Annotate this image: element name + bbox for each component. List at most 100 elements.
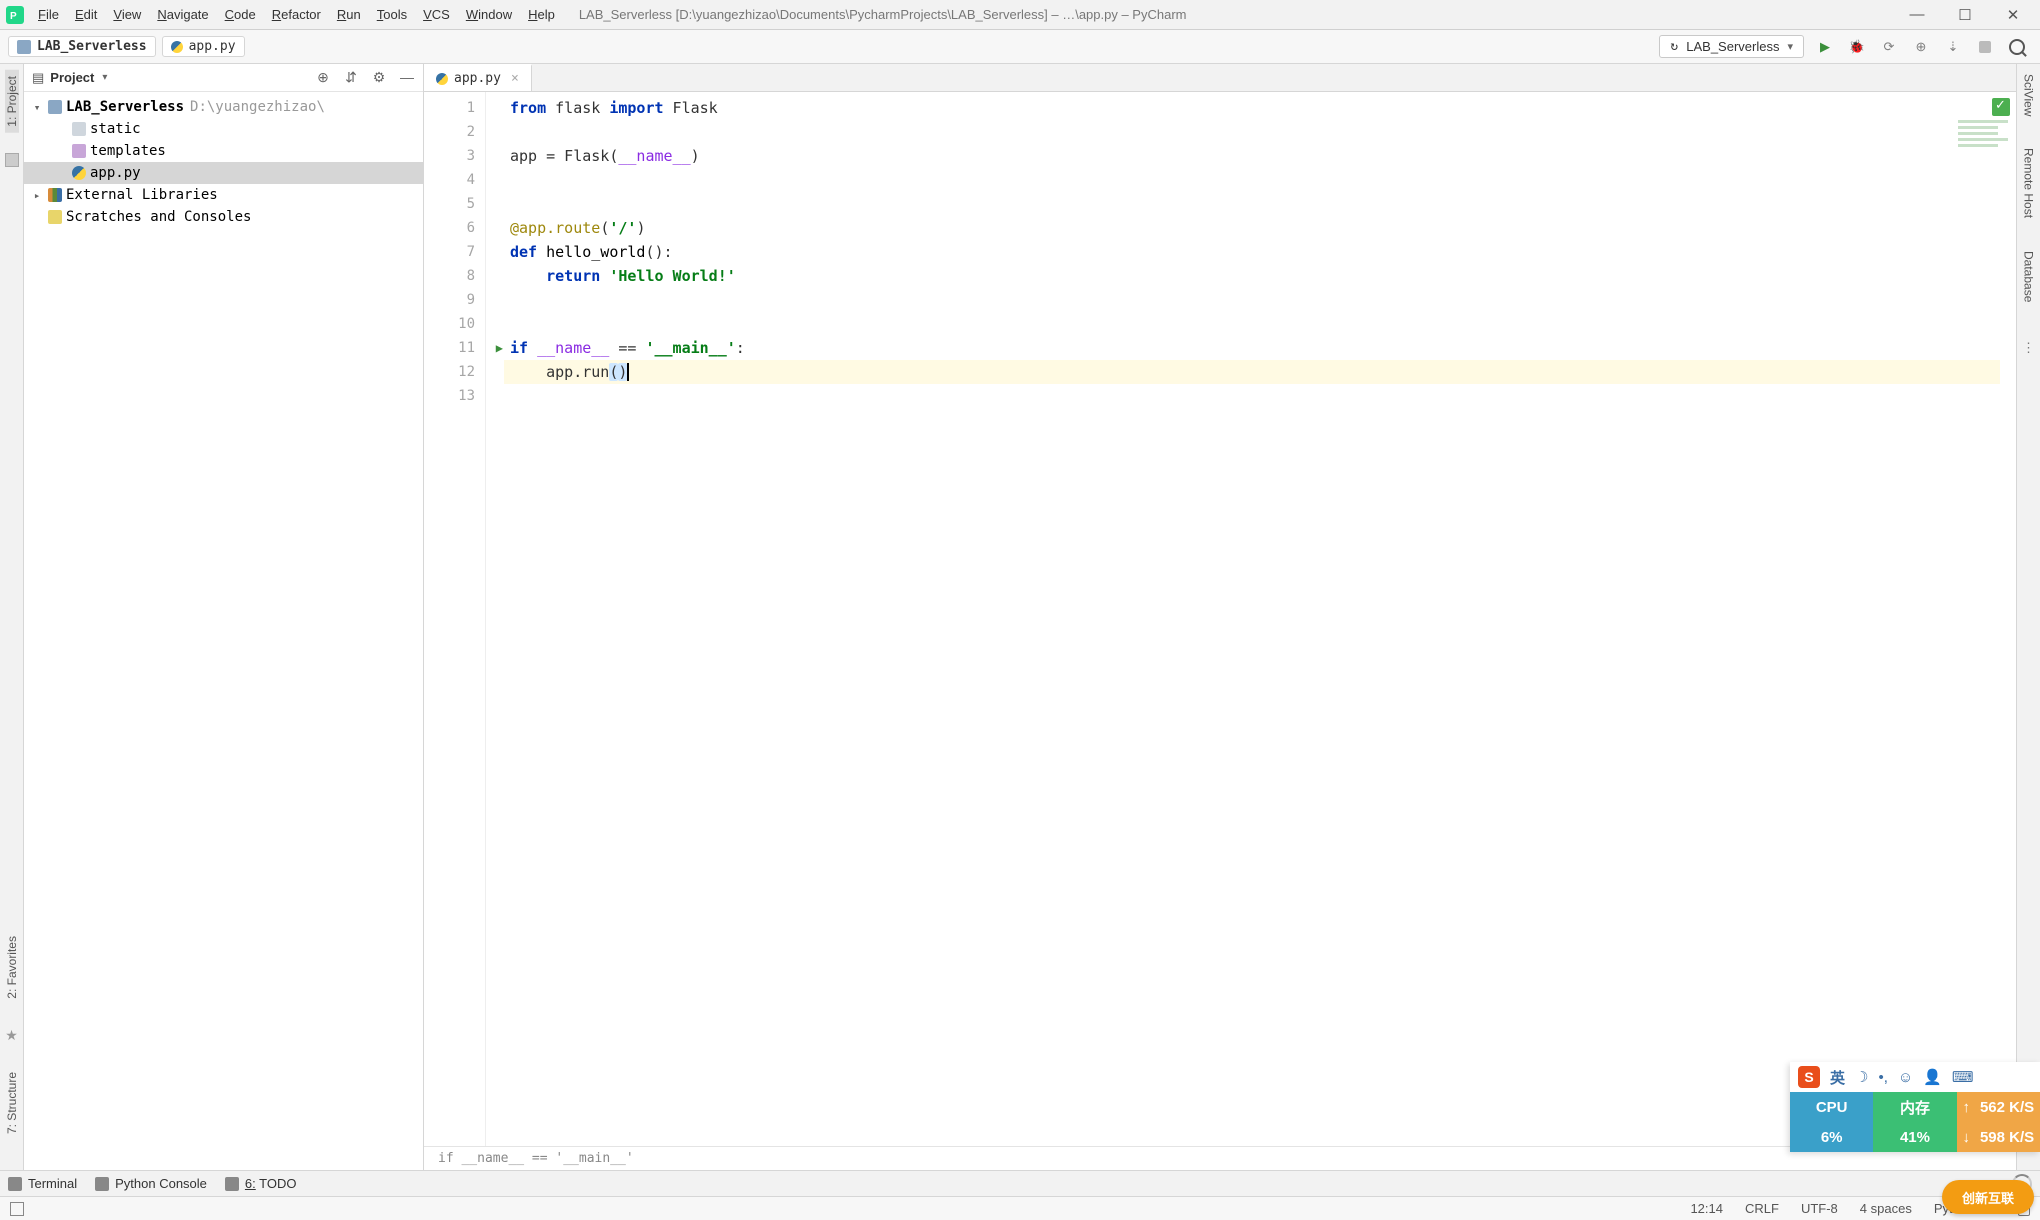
settings-gear-icon[interactable]: ⚙ [371,69,387,86]
more-tools-icon[interactable]: ⋮ [2022,340,2035,356]
project-panel-title[interactable]: Project [50,70,94,85]
terminal-tool-button[interactable]: Terminal [8,1176,77,1191]
run-with-coverage-button[interactable]: ⟳ [1880,38,1898,56]
menu-window[interactable]: Window [460,3,518,26]
punctuation-icon[interactable]: •, [1878,1069,1887,1086]
menu-file[interactable]: File [32,3,65,26]
code-line-3[interactable]: app = Flask(__name__) [504,144,2016,168]
system-monitor-widget[interactable]: S 英 ☽ •, ☺ 👤 ⌨ CPU 内存 562 K/S 6% 41% 598… [1790,1062,2040,1152]
code-line-11[interactable]: if __name__ == '__main__': [504,336,2016,360]
window-maximize-icon[interactable]: ☐ [1954,6,1976,24]
moon-icon[interactable]: ☽ [1855,1068,1868,1086]
tree-item-templates[interactable]: templates [24,140,423,162]
gutter-line-13[interactable]: 13 [424,384,485,408]
gutter-line-11[interactable]: 11▶ [424,336,485,360]
run-button[interactable]: ▶ [1816,38,1834,56]
menu-tools[interactable]: Tools [371,3,413,26]
sogou-ime-icon[interactable]: S [1798,1066,1820,1088]
editor-tab-app-py[interactable]: app.py × [424,64,532,91]
menu-code[interactable]: Code [219,3,262,26]
gutter-line-1[interactable]: 1 [424,96,485,120]
menu-view[interactable]: View [107,3,147,26]
navigation-bar: LAB_Serverless app.py ↻ LAB_Serverless ▾… [0,30,2040,64]
run-gutter-icon[interactable]: ▶ [496,341,503,355]
file-encoding[interactable]: UTF-8 [1801,1201,1838,1216]
close-tab-icon[interactable]: × [511,71,519,86]
hide-panel-icon[interactable]: — [399,69,415,86]
tool-window-project-button[interactable]: 1: Project [5,70,19,133]
chevron-down-icon[interactable]: ▾ [102,72,107,83]
inspection-indicator[interactable] [1958,98,2010,150]
code-line-9[interactable] [504,288,2016,312]
line-separator[interactable]: CRLF [1745,1201,1779,1216]
indent-settings[interactable]: 4 spaces [1860,1201,1912,1216]
code-line-12[interactable]: app.run() [504,360,2000,384]
svg-text:P: P [10,11,17,21]
window-title: LAB_Serverless [D:\yuangezhizao\Document… [579,7,1187,22]
menu-refactor[interactable]: Refactor [266,3,327,26]
gutter-line-5[interactable]: 5 [424,192,485,216]
breadcrumb-file[interactable]: app.py [162,36,245,57]
gutter-line-4[interactable]: 4 [424,168,485,192]
menu-vcs[interactable]: VCS [417,3,456,26]
tree-item-static[interactable]: static [24,118,423,140]
tool-window-favorites-button[interactable]: 2: Favorites [5,930,19,1005]
code-line-4[interactable] [504,168,2016,192]
code-line-8[interactable]: return 'Hello World!' [504,264,2016,288]
menu-run[interactable]: Run [331,3,367,26]
search-everywhere-button[interactable] [2008,38,2026,56]
project-panel: ▤ Project ▾ ⊕ ⇵ ⚙ — ▾ LAB_Serverless D:\… [24,64,424,1170]
tool-window-database-button[interactable]: Database [2022,247,2036,306]
attach-button[interactable]: ⇣ [1944,38,1962,56]
emoji-icon[interactable]: ☺ [1898,1069,1913,1086]
locate-file-icon[interactable]: ⊕ [315,69,331,86]
tool-window-remote-host-button[interactable]: Remote Host [2022,144,2036,222]
gutter-line-3[interactable]: 3 [424,144,485,168]
python-console-tool-button[interactable]: Python Console [95,1176,207,1191]
code-line-2[interactable] [504,120,2016,144]
gutter-line-10[interactable]: 10 [424,312,485,336]
tree-collapse-icon[interactable]: ▾ [30,101,44,114]
code-line-7[interactable]: def hello_world(): [504,240,2016,264]
menu-edit[interactable]: Edit [69,3,103,26]
code-line-6[interactable]: @app.route('/') [504,216,2016,240]
tree-expand-icon[interactable]: ▸ [30,189,44,202]
run-configuration-selector[interactable]: ↻ LAB_Serverless ▾ [1659,35,1804,58]
code-line-5[interactable] [504,192,2016,216]
editor-breadcrumb[interactable]: if __name__ == '__main__' [424,1146,2016,1170]
gutter-line-9[interactable]: 9 [424,288,485,312]
ime-language-indicator[interactable]: 英 [1830,1067,1845,1088]
gutter-line-8[interactable]: 8 [424,264,485,288]
cpu-label: CPU [1790,1092,1873,1122]
window-close-icon[interactable]: ✕ [2002,6,2024,24]
profile-button[interactable]: ⊕ [1912,38,1930,56]
tool-windows-quick-access-icon[interactable] [10,1202,24,1216]
tool-window-structure-button[interactable]: 7: Structure [5,1066,19,1140]
expand-all-icon[interactable]: ⇵ [343,69,359,86]
keyboard-icon[interactable]: ⌨ [1952,1068,1974,1086]
tool-window-unknown-button[interactable] [5,153,19,167]
settings-icon[interactable]: 👤 [1923,1068,1942,1086]
code-line-13[interactable] [504,384,2016,408]
code-line-10[interactable] [504,312,2016,336]
tree-item-app-py[interactable]: app.py [24,162,423,184]
code-editor[interactable]: 1234567891011▶1213 from flask import Fla… [424,92,2016,1146]
gutter-line-12[interactable]: 12 [424,360,485,384]
watermark-badge: 创新互联 [1942,1180,2034,1214]
project-tree[interactable]: ▾ LAB_Serverless D:\yuangezhizao\ static… [24,92,423,232]
code-line-1[interactable]: from flask import Flask [504,96,2016,120]
cursor-position[interactable]: 12:14 [1690,1201,1723,1216]
menu-navigate[interactable]: Navigate [151,3,214,26]
stop-button[interactable] [1976,38,1994,56]
menu-help[interactable]: Help [522,3,561,26]
python-icon [95,1177,109,1191]
breadcrumb-project[interactable]: LAB_Serverless [8,36,156,57]
gutter-line-7[interactable]: 7 [424,240,485,264]
todo-tool-button[interactable]: 6: TODO [225,1176,297,1191]
editor-tabs: app.py × [424,64,2016,92]
tool-window-sciview-button[interactable]: SciView [2022,70,2036,120]
window-minimize-icon[interactable]: — [1906,6,1928,24]
gutter-line-2[interactable]: 2 [424,120,485,144]
gutter-line-6[interactable]: 6 [424,216,485,240]
debug-button[interactable]: 🐞 [1848,38,1866,56]
